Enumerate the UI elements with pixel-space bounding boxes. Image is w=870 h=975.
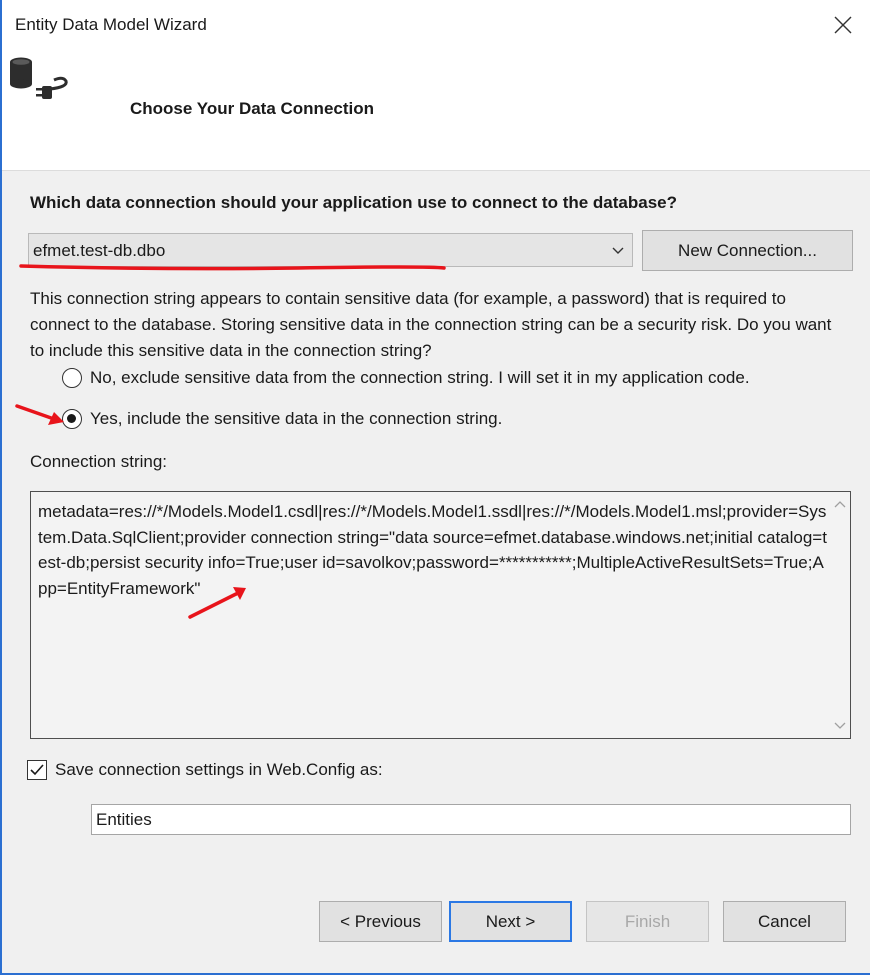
red-arrow-annotation-radio bbox=[15, 404, 64, 425]
chevron-down-icon bbox=[612, 247, 624, 254]
title-bar: Entity Data Model Wizard bbox=[2, 0, 870, 52]
exclude-sensitive-option[interactable]: No, exclude sensitive data from the conn… bbox=[62, 368, 750, 388]
connection-dropdown-value: efmet.test-db.dbo bbox=[33, 241, 166, 260]
next-button[interactable]: Next > bbox=[449, 901, 572, 942]
connection-string-scrollbar[interactable] bbox=[830, 492, 850, 738]
previous-button[interactable]: < Previous bbox=[319, 901, 442, 942]
cancel-button[interactable]: Cancel bbox=[723, 901, 846, 942]
include-sensitive-option[interactable]: Yes, include the sensitive data in the c… bbox=[62, 409, 502, 429]
save-settings-label: Save connection settings in Web.Config a… bbox=[55, 760, 383, 779]
scroll-up-icon[interactable] bbox=[832, 498, 848, 512]
connection-question: Which data connection should your applic… bbox=[30, 193, 678, 212]
scroll-down-icon[interactable] bbox=[832, 718, 848, 732]
save-settings-checkbox[interactable] bbox=[27, 760, 47, 780]
red-underline-annotation bbox=[19, 264, 446, 271]
connection-string-text: metadata=res://*/Models.Model1.csdl|res:… bbox=[38, 502, 827, 598]
exclude-sensitive-label: No, exclude sensitive data from the conn… bbox=[90, 368, 750, 387]
include-sensitive-label: Yes, include the sensitive data in the c… bbox=[90, 409, 503, 428]
red-arrow-annotation-password bbox=[188, 587, 246, 619]
database-plug-icon bbox=[10, 57, 68, 99]
window-title: Entity Data Model Wizard bbox=[15, 15, 207, 34]
page-heading: Choose Your Data Connection bbox=[130, 99, 375, 118]
save-settings-option[interactable]: Save connection settings in Web.Config a… bbox=[27, 760, 383, 780]
connection-string-box[interactable]: metadata=res://*/Models.Model1.csdl|res:… bbox=[30, 491, 851, 739]
connection-string-label: Connection string: bbox=[30, 452, 168, 471]
close-button[interactable] bbox=[824, 6, 862, 44]
sensitive-data-warning: This connection string appears to contai… bbox=[30, 289, 832, 360]
new-connection-button[interactable]: New Connection... bbox=[642, 230, 853, 271]
exclude-sensitive-radio[interactable] bbox=[62, 368, 82, 388]
entities-name-input[interactable] bbox=[91, 804, 851, 835]
wizard-header: Choose Your Data Connection bbox=[2, 52, 870, 170]
finish-button[interactable]: Finish bbox=[586, 901, 709, 942]
wizard-window: Entity Data Model Wizard Choose Your Dat… bbox=[0, 0, 870, 975]
header-divider bbox=[2, 170, 870, 171]
close-icon bbox=[834, 16, 852, 34]
checkmark-icon bbox=[30, 764, 44, 776]
